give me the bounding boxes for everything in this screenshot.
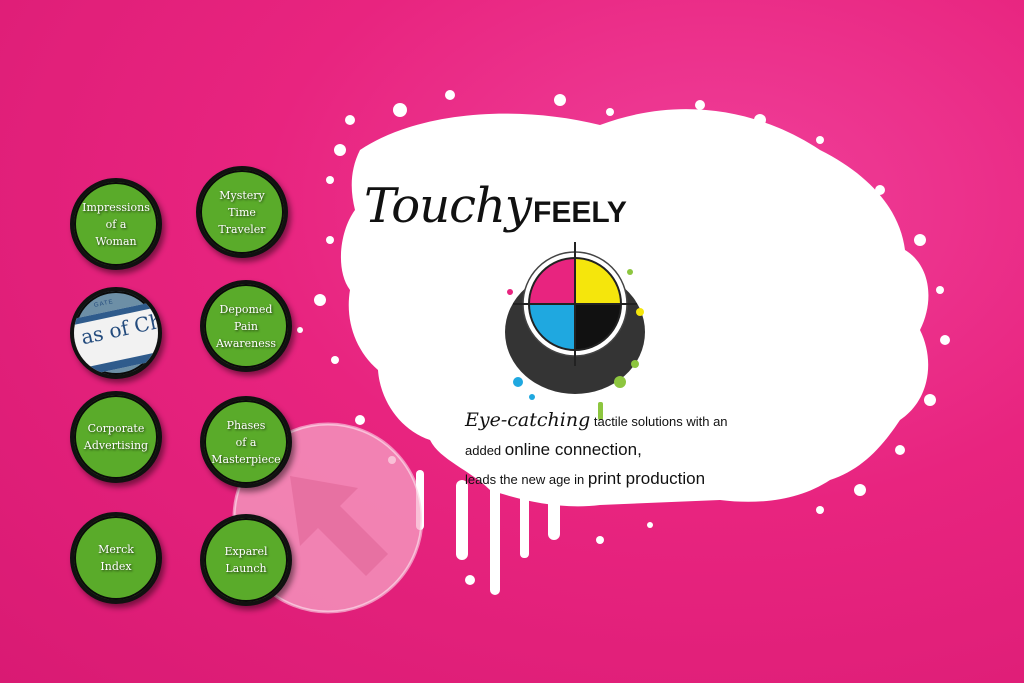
nav-label: Depomed Pain Awareness: [215, 302, 277, 350]
nav-label: Merck Index: [98, 543, 134, 573]
tagline-online-connection: online connection,: [504, 440, 642, 459]
nav-label: Mystery Time Traveler: [218, 188, 266, 236]
thumbnail-small-text: GATE: [93, 298, 115, 310]
tagline-line2-a: added: [465, 443, 505, 458]
nav-button-exparel-launch[interactable]: Exparel Launch: [200, 514, 292, 606]
nav-button-impressions-of-a-woman[interactable]: Impressions of a Woman: [70, 178, 162, 270]
nav-button-phases-of-a-masterpiece[interactable]: Phases of a Masterpiece: [200, 396, 292, 488]
site-title: TouchyFEELY: [364, 178, 627, 234]
nav-label: Exparel Launch: [224, 545, 268, 575]
nav-button-areas-of-change[interactable]: GATE as of Chang: [70, 287, 162, 379]
nav-button-depomed-pain-awareness[interactable]: Depomed Pain Awareness: [200, 280, 292, 372]
tagline-eye-catching: Eye-catching: [465, 409, 591, 431]
tagline: Eye-catching tactile solutions with an a…: [465, 406, 765, 494]
registration-target-icon: [505, 242, 645, 420]
nav-button-merck-index[interactable]: Merck Index: [70, 512, 162, 604]
title-feely: FEELY: [533, 196, 627, 229]
nav-button-corporate-advertising[interactable]: Corporate Advertising: [70, 391, 162, 483]
tagline-line3-a: leads the new age in: [465, 472, 588, 487]
nav-label: Impressions of a Woman: [82, 200, 150, 248]
tagline-line1: tactile solutions with an: [590, 414, 728, 429]
title-touchy: Touchy: [364, 178, 532, 234]
nav-label: Corporate Advertising: [83, 422, 149, 452]
nav-button-mystery-time-traveler[interactable]: Mystery Time Traveler: [196, 166, 288, 258]
nav-label: Phases of a Masterpiece: [211, 418, 281, 466]
tagline-print-production: print production: [587, 469, 706, 488]
